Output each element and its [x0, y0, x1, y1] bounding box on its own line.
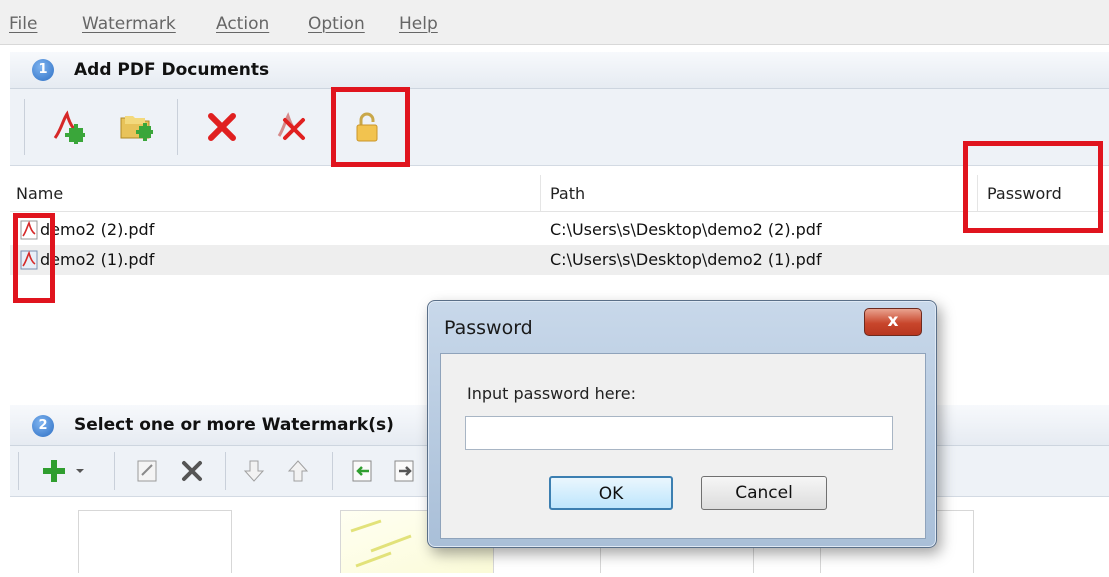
section-title-add-pdf: Add PDF Documents [74, 60, 270, 80]
file-path: C:\Users\s\Desktop\demo2 (2).pdf [550, 220, 822, 239]
column-divider [540, 175, 541, 211]
file-row[interactable]: demo2 (1).pdf C:\Users\s\Desktop\demo2 (… [10, 245, 1109, 275]
toolbar-separator [114, 452, 115, 490]
dropdown-arrow-icon [76, 469, 84, 473]
add-icon [43, 460, 65, 482]
delete-watermark-button[interactable] [170, 449, 214, 493]
delete-icon [182, 461, 202, 481]
column-path[interactable]: Path [550, 184, 585, 203]
import-icon [352, 460, 372, 482]
export-button[interactable] [382, 449, 426, 493]
section-title-watermark: Select one or more Watermark(s) [74, 415, 394, 435]
cancel-button[interactable]: Cancel [701, 476, 827, 510]
menu-option[interactable]: Option [308, 14, 365, 34]
file-list-header: Name Path Password [10, 175, 1109, 212]
edit-icon [137, 460, 157, 482]
menu-watermark[interactable]: Watermark [82, 14, 176, 34]
dialog-close-button[interactable]: x [864, 308, 922, 336]
toolbar-grip [18, 452, 19, 490]
file-name: demo2 (1).pdf [40, 250, 155, 269]
toolbar-separator [177, 99, 178, 155]
section-add-pdf-header: 1 Add PDF Documents [10, 52, 1109, 89]
highlight-lock-button [331, 87, 410, 167]
menu-file[interactable]: File [9, 14, 37, 34]
toolbar-separator [332, 452, 333, 490]
add-watermark-dropdown[interactable] [70, 449, 90, 493]
remove-button[interactable] [200, 105, 244, 149]
file-path: C:\Users\s\Desktop\demo2 (1).pdf [550, 250, 822, 269]
remove-all-icon [277, 112, 305, 140]
file-row[interactable]: demo2 (2).pdf C:\Users\s\Desktop\demo2 (… [10, 215, 1109, 245]
step-2-badge: 2 [32, 415, 54, 437]
password-input[interactable] [465, 416, 893, 450]
add-pdf-button[interactable] [46, 105, 90, 149]
move-down-icon [243, 460, 265, 482]
dialog-body: Input password here: OK Cancel [440, 353, 926, 539]
highlight-password-column [963, 141, 1103, 233]
step-1-badge: 1 [32, 59, 54, 81]
highlight-file-icons [13, 213, 55, 303]
move-down-button[interactable] [232, 449, 276, 493]
close-icon: x [887, 311, 899, 331]
password-dialog: Password x Input password here: OK Cance… [427, 300, 937, 548]
password-prompt-label: Input password here: [467, 384, 637, 403]
remove-all-button[interactable] [268, 105, 312, 149]
watermark-thumbnail[interactable] [78, 510, 232, 573]
column-name[interactable]: Name [16, 184, 63, 203]
export-icon [394, 460, 414, 482]
menu-action[interactable]: Action [216, 14, 269, 34]
remove-icon [208, 113, 236, 141]
add-folder-button[interactable] [114, 105, 158, 149]
move-up-icon [287, 460, 309, 482]
import-button[interactable] [340, 449, 384, 493]
menu-bar: File Watermark Action Option Help [0, 0, 1109, 45]
ok-button[interactable]: OK [549, 476, 673, 510]
add-pdf-icon [53, 110, 85, 144]
dialog-title: Password [444, 317, 533, 339]
add-folder-icon [120, 116, 153, 141]
move-up-button[interactable] [276, 449, 320, 493]
toolbar-grip [24, 99, 25, 155]
file-name: demo2 (2).pdf [40, 220, 155, 239]
toolbar-separator [225, 452, 226, 490]
menu-help[interactable]: Help [399, 14, 438, 34]
pdf-toolbar [10, 89, 1109, 166]
edit-watermark-button[interactable] [125, 449, 169, 493]
